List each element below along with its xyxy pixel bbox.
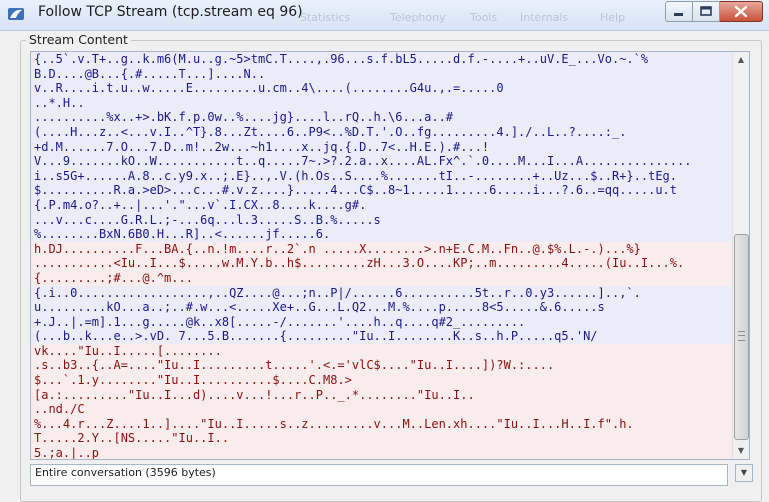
client-stream-line: {.i..0..................,..QZ....@...;n.…	[31, 285, 733, 301]
vertical-scrollbar[interactable]: ▲ ▼	[732, 52, 749, 459]
client-stream-line: B.D....@B...{.#.....T...]....N..	[31, 66, 733, 82]
background-toolbar-item: Tools	[470, 11, 498, 24]
client-stream-line: (...b..k...e..>.vD. 7...5.B.......{.....…	[31, 329, 733, 344]
background-toolbar-item: Internals	[520, 11, 569, 24]
chevron-down-icon: ▼	[737, 446, 745, 455]
stream-content-label: Stream Content	[26, 32, 131, 47]
scroll-up-button[interactable]: ▲	[733, 52, 749, 68]
client-stream-line: (....H...z..<...v.I..^T}.8...Zt....6..P9…	[31, 124, 733, 140]
server-stream-line: %...4.r...Z....1..]...."Iu..I.....s..z..…	[31, 416, 733, 432]
server-stream-line: ...........<Iu..I...$.....w.M.Y.b..h$...…	[31, 256, 733, 271]
close-button[interactable]	[720, 1, 763, 22]
server-stream-line: .s..b3..{..A=...."Iu..I.........t.....'.…	[31, 358, 733, 374]
client-stream-line: ..*.H..	[31, 95, 733, 111]
scrollbar-thumb[interactable]	[734, 234, 749, 440]
wireshark-fin-icon	[7, 5, 25, 23]
client-stream-line: ...v...c....G.R.L.;-...6q...l.3.....S..B…	[31, 212, 733, 228]
conversation-dropdown-button[interactable]: ▼	[735, 464, 753, 482]
client-stream-line: {..5`.v.T+..g..k.m6(M.u..g.~5>tmC.T....,…	[31, 52, 733, 67]
client-stream-line: {.P.m4.o?..+..|...'."...v`.I.CX..8....k.…	[31, 197, 733, 213]
close-icon	[734, 5, 748, 18]
server-stream-line: [a.:........."Iu..I...d)....v...!...r..P…	[31, 387, 733, 403]
server-stream-line: $...`.1.y........"Iu..I..........$....C.…	[31, 373, 733, 388]
server-stream-line: {.........;#...@.^m...	[31, 270, 733, 286]
server-stream-line: h.DJ..........F...BA.{..n.!m....r..2`.n …	[31, 241, 733, 257]
client-stream-line: +d.M......7.O...7.D..m!..2w...~h1....x..…	[31, 139, 733, 155]
maximize-button[interactable]	[693, 1, 720, 22]
chevron-down-icon: ▼	[740, 468, 748, 477]
client-stream-line: V...9.......kO..W...........t..q.....7~.…	[31, 154, 733, 169]
background-toolbar-item: Help	[600, 11, 626, 24]
minimize-icon	[674, 13, 683, 16]
client-stream-line: v..R....i.t.u..w.....E.........u.cm..4\.…	[31, 81, 733, 96]
server-stream-line: vk...."Iu..I.....[........	[31, 343, 733, 359]
client-stream-line: %........BxN.6B0.H...R]..<......jf.....6…	[31, 227, 733, 242]
window-controls	[665, 1, 763, 22]
grip-icon	[738, 331, 745, 341]
conversation-selector[interactable]: Entire conversation (3596 bytes)	[30, 464, 728, 486]
scroll-down-button[interactable]: ▼	[733, 443, 749, 459]
minimize-button[interactable]	[665, 1, 693, 22]
maximize-icon	[700, 6, 712, 16]
chevron-up-icon: ▲	[737, 55, 745, 64]
client-stream-line: i..s5G+......A.8..c.y9.x..;.E}..,.V.(h.O…	[31, 168, 733, 184]
background-toolbar-item: Statistics	[300, 11, 351, 24]
client-stream-line: u.........kO...a..;..#.w...<.....Xe+..G.…	[31, 300, 733, 315]
server-stream-line: T.....2.Y..[NS....."Iu..I..	[31, 431, 733, 447]
background-toolbar-item: Telephony	[390, 11, 446, 24]
title-bar[interactable]: Follow TCP Stream (tcp.stream eq 96) Sta…	[0, 0, 769, 31]
stream-text-area[interactable]: {..5`.v.T+..g..k.m6(M.u..g.~5>tmC.T....,…	[30, 51, 750, 460]
client-stream-line: $..........R.a.>eD>...c...#.v.z....}....…	[31, 183, 733, 198]
stream-lines: {..5`.v.T+..g..k.m6(M.u..g.~5>tmC.T....,…	[31, 52, 733, 459]
server-stream-line: ..nd./C	[31, 402, 733, 417]
client-stream-line: ..........%x..+>.bK.f.p.0w..%....jg}....…	[31, 110, 733, 125]
server-stream-line: 5.;a.|..p	[31, 446, 733, 459]
client-stream-line: +.J..|.=m].1...g.....@k..x8[.....-/.....…	[31, 314, 733, 330]
window-title: Follow TCP Stream (tcp.stream eq 96)	[38, 4, 303, 20]
